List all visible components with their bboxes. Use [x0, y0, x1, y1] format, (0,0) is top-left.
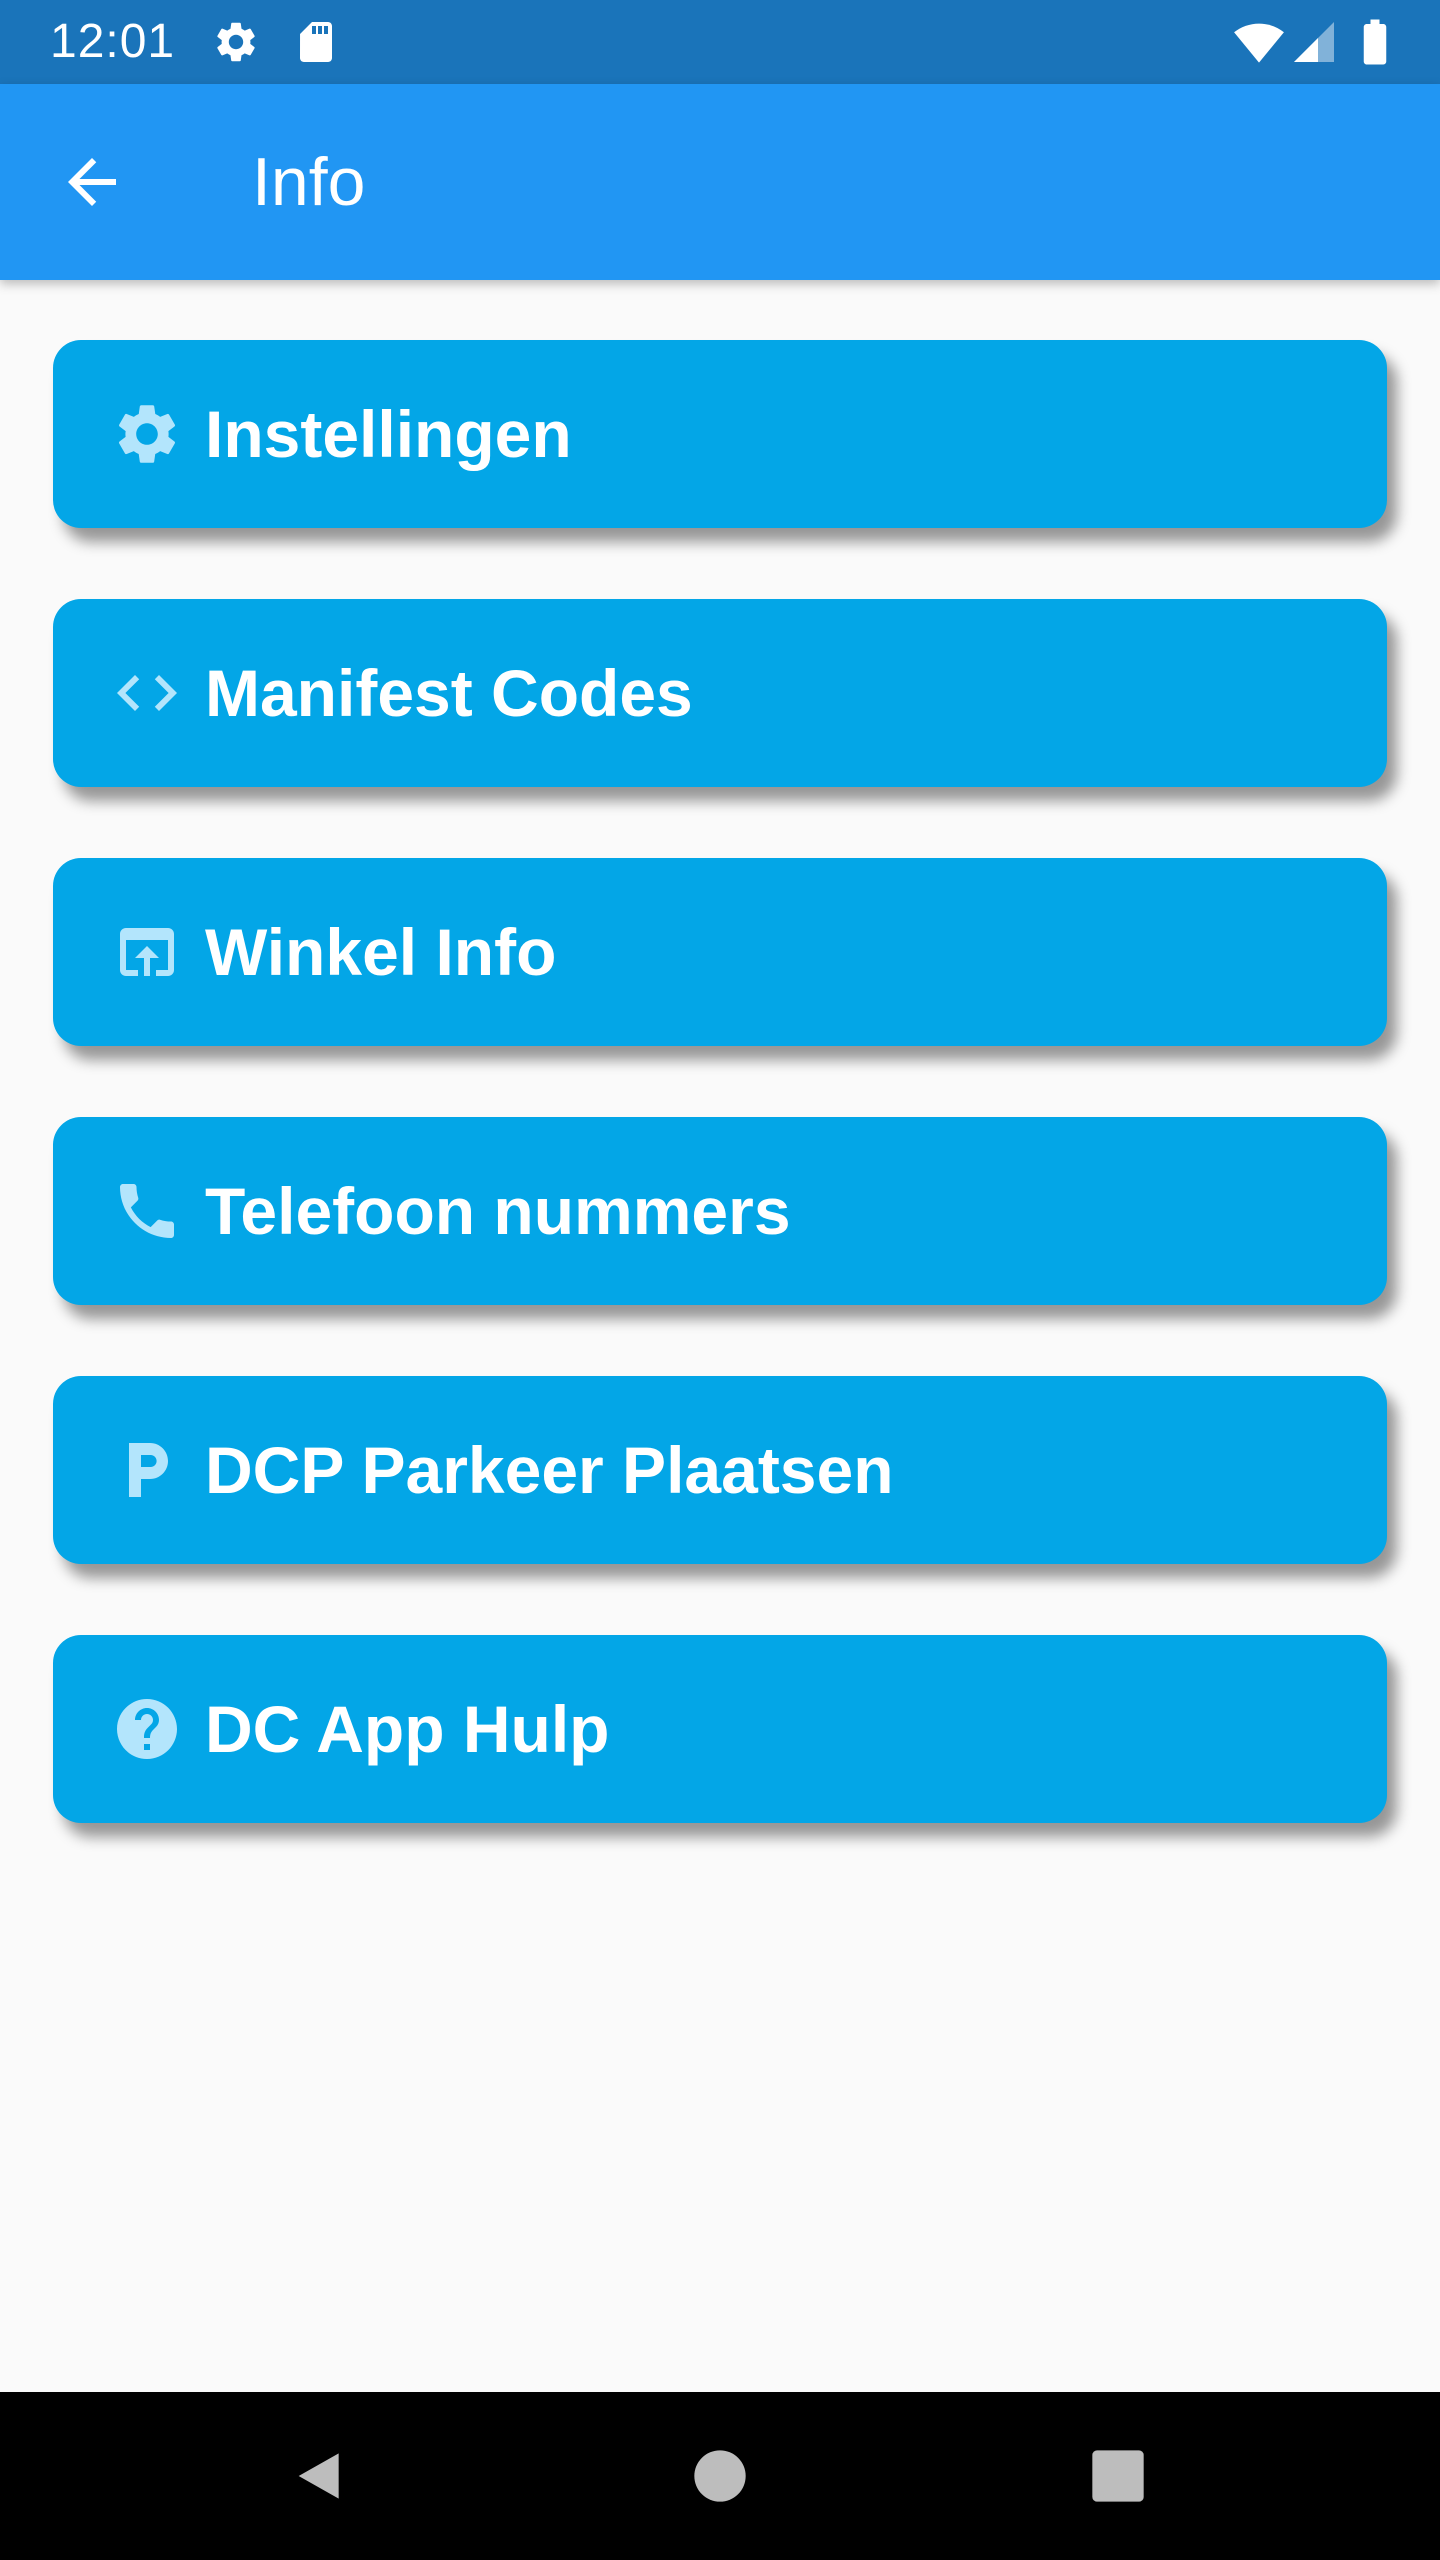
status-time: 12:01	[50, 15, 176, 68]
instellingen-button[interactable]: Instellingen	[53, 340, 1387, 528]
telefoon-nummers-button[interactable]: Telefoon nummers	[53, 1117, 1387, 1305]
info-menu: Instellingen Manifest Codes Winkel Info …	[53, 340, 1387, 1894]
menu-item-label: DC App Hulp	[205, 1692, 610, 1766]
help-circle-icon	[111, 1693, 183, 1765]
manifest-codes-button[interactable]: Manifest Codes	[53, 599, 1387, 787]
phone-icon	[111, 1175, 183, 1247]
arrow-back-icon	[68, 158, 116, 206]
winkel-info-button[interactable]: Winkel Info	[53, 858, 1387, 1046]
page-title: Info	[252, 144, 366, 220]
home-circle-icon	[694, 2450, 746, 2502]
back-button[interactable]	[40, 130, 144, 234]
menu-item-label: DCP Parkeer Plaatsen	[205, 1433, 894, 1507]
gear-icon	[217, 22, 255, 62]
app-bar: Info	[0, 84, 1440, 280]
cell-signal-icon	[1294, 22, 1334, 62]
status-bar: 12:01	[0, 0, 1440, 84]
menu-item-label: Winkel Info	[205, 915, 557, 989]
menu-item-label: Instellingen	[205, 397, 572, 471]
nav-back-button[interactable]	[276, 2432, 364, 2520]
menu-item-label: Telefoon nummers	[205, 1174, 791, 1248]
navigation-bar	[0, 2392, 1440, 2560]
sd-card-icon	[300, 22, 332, 62]
dc-app-hulp-button[interactable]: DC App Hulp	[53, 1635, 1387, 1823]
parking-icon	[111, 1434, 183, 1506]
back-triangle-icon	[298, 2453, 339, 2499]
recents-square-icon	[1092, 2450, 1144, 2502]
battery-icon	[1363, 19, 1387, 65]
dcp-parkeer-plaatsen-button[interactable]: DCP Parkeer Plaatsen	[53, 1376, 1387, 1564]
nav-recents-button[interactable]	[1074, 2432, 1162, 2520]
menu-item-label: Manifest Codes	[205, 656, 693, 730]
wifi-icon	[1234, 23, 1284, 63]
code-icon	[111, 657, 183, 729]
open-in-browser-icon	[111, 916, 183, 988]
gear-icon	[111, 398, 183, 470]
nav-home-button[interactable]	[676, 2432, 764, 2520]
